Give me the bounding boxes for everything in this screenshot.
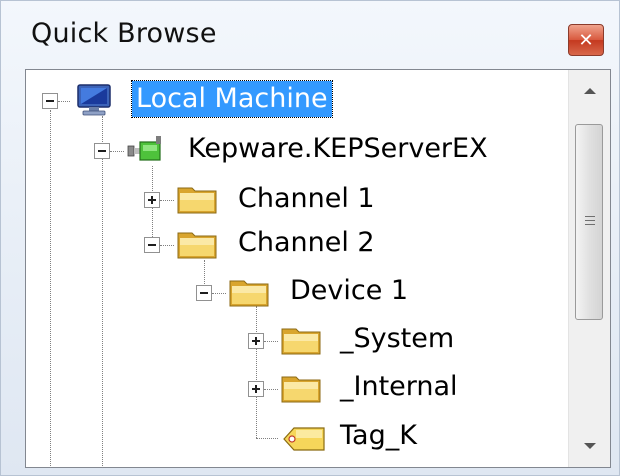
plus-icon <box>249 334 263 348</box>
plus-icon <box>145 193 159 207</box>
tree-line <box>212 293 226 294</box>
computer-icon <box>77 84 111 116</box>
window-title: Quick Browse <box>31 18 217 49</box>
plus-icon <box>249 382 263 396</box>
tree-line <box>160 200 174 201</box>
folder-icon <box>281 328 321 355</box>
scrollbar-thumb[interactable] <box>575 124 603 320</box>
grip-line <box>585 220 595 221</box>
tree-line <box>256 306 257 438</box>
server-plug-icon <box>127 136 161 161</box>
tree-item-channel-1[interactable]: Channel 1 <box>234 181 379 217</box>
grip-line <box>585 216 595 217</box>
tree-item-internal[interactable]: _Internal <box>336 369 462 405</box>
tree-view[interactable]: Local Machine Kepware.KEPServerEX Channe… <box>25 69 611 468</box>
expand-toggle-internal[interactable] <box>248 381 264 397</box>
collapse-toggle-channel-2[interactable] <box>144 237 160 253</box>
collapse-toggle-device-1[interactable] <box>196 285 212 301</box>
expand-toggle-channel-1[interactable] <box>144 192 160 208</box>
scroll-down-button[interactable] <box>569 425 610 467</box>
tree-line <box>58 101 70 102</box>
folder-icon <box>281 376 321 403</box>
tree-item-local-machine[interactable]: Local Machine <box>131 80 333 118</box>
scroll-up-button[interactable] <box>569 70 610 112</box>
tree-line <box>102 158 103 467</box>
collapse-toggle-local-machine[interactable] <box>42 93 58 109</box>
minus-icon <box>95 144 109 158</box>
folder-icon <box>177 187 217 214</box>
tree-item-system[interactable]: _System <box>336 321 458 357</box>
tree-item-device-1[interactable]: Device 1 <box>286 273 412 309</box>
grip-line <box>585 224 595 225</box>
minus-icon <box>43 94 57 108</box>
minus-icon <box>145 238 159 252</box>
close-button[interactable]: ✕ <box>568 24 604 56</box>
tag-icon <box>283 427 325 451</box>
tree-line <box>160 245 174 246</box>
tree-line <box>264 389 278 390</box>
close-icon: ✕ <box>578 29 594 51</box>
chevron-up-icon <box>583 88 596 94</box>
tree-line <box>110 151 124 152</box>
chevron-down-icon <box>583 443 596 449</box>
folder-icon <box>177 232 217 259</box>
expand-toggle-system[interactable] <box>248 333 264 349</box>
quick-browse-window: Quick Browse ✕ Local Machine Kepware.KEP… <box>0 0 620 476</box>
minus-icon <box>197 286 211 300</box>
collapse-toggle-server[interactable] <box>94 143 110 159</box>
tree-line <box>50 110 51 467</box>
tree-item-channel-2[interactable]: Channel 2 <box>234 225 379 261</box>
tree-item-server[interactable]: Kepware.KEPServerEX <box>184 131 492 167</box>
folder-icon <box>229 280 269 307</box>
tree-line <box>256 438 278 439</box>
tree-item-tag-k[interactable]: Tag_K <box>336 418 421 454</box>
tree-line <box>264 341 278 342</box>
vertical-scrollbar[interactable] <box>568 70 610 467</box>
